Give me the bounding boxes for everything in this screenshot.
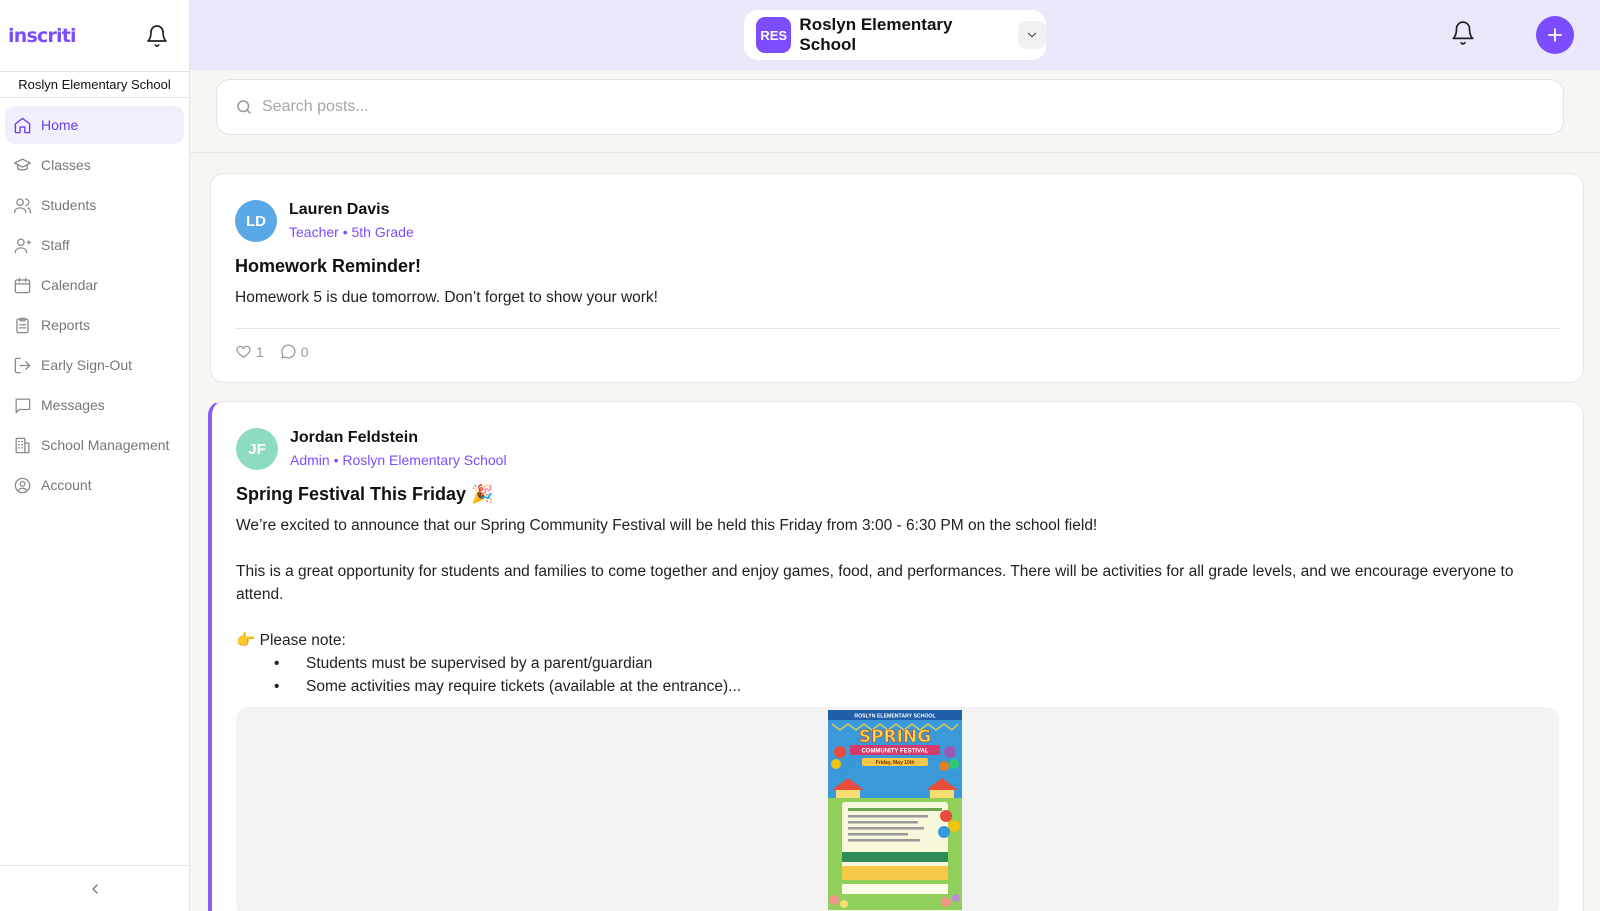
building-icon (15, 437, 30, 453)
search-box[interactable] (216, 79, 1564, 135)
top-bar: RES Roslyn Elementary School (190, 0, 1600, 70)
sidebar-item-label: Staff (41, 237, 70, 253)
post-header: LD Lauren Davis Teacher • 5th Grade (235, 200, 1559, 242)
sidebar-item-label: School Management (41, 437, 170, 453)
sidebar-item-label: Reports (41, 317, 91, 333)
author-info: Lauren Davis Teacher • 5th Grade (289, 200, 414, 242)
message-icon (15, 398, 31, 413)
comment-icon (281, 344, 296, 359)
collapse-sidebar-chevron-left-icon[interactable] (87, 881, 103, 897)
sidebar-item-early-sign-out[interactable]: Early Sign-Out (5, 346, 184, 384)
post-body: Homework 5 is due tomorrow. Don’t forget… (235, 289, 658, 306)
post-paragraph: We’re excited to announce that our Sprin… (236, 517, 1098, 534)
sidebar-item-messages[interactable]: Messages (5, 386, 184, 424)
like-button[interactable]: 1 (235, 343, 264, 360)
sidebar-item-label: Classes (41, 157, 91, 173)
create-post-plus-button[interactable] (1536, 16, 1574, 54)
sign-out-icon (14, 357, 31, 373)
sidebar-item-label: Students (41, 197, 97, 213)
clipboard-icon (16, 317, 29, 333)
sidebar-item-calendar[interactable]: Calendar (5, 266, 184, 304)
sidebar-nav: Home Classes Students Staff Calendar Rep… (0, 98, 189, 504)
sidebar-item-home[interactable]: Home (5, 106, 184, 144)
search-icon (237, 100, 251, 114)
avatar[interactable]: JF (236, 428, 278, 470)
avatar[interactable]: LD (235, 200, 277, 242)
poster-date: Friday, May 10th (876, 760, 915, 766)
notifications-bell-icon[interactable] (145, 24, 169, 48)
search-area (190, 70, 1600, 153)
like-count: 1 (256, 343, 264, 360)
author-role: Admin • Roslyn Elementary School (290, 452, 507, 468)
home-icon (14, 117, 31, 133)
sidebar-item-school-management[interactable]: School Management (5, 426, 184, 464)
sidebar-item-students[interactable]: Students (5, 186, 184, 224)
school-badge: RES (756, 17, 792, 53)
sidebar-item-classes[interactable]: Classes (5, 146, 184, 184)
header-bell-icon[interactable] (1450, 20, 1476, 46)
sidebar-item-label: Early Sign-Out (41, 357, 133, 373)
chevron-down-icon[interactable] (1018, 21, 1046, 49)
app-logo[interactable]: inscriti (8, 25, 76, 47)
users-icon (13, 198, 32, 213)
post-header: JF Jordan Feldstein Admin • Roslyn Eleme… (236, 428, 1559, 470)
author-role: Teacher • 5th Grade (289, 224, 414, 240)
sidebar-item-staff[interactable]: Staff (5, 226, 184, 264)
post-title: Spring Festival This Friday 🎉 (236, 484, 494, 504)
graduation-cap-icon (13, 158, 32, 170)
note-heading: 👉 Please note: (236, 632, 346, 649)
festival-poster-image[interactable]: ROSLYN ELEMENTARY SCHOOL SPRING COMMUNIT… (828, 710, 962, 910)
school-selector-name: Roslyn Elementary School (799, 15, 953, 54)
sidebar-item-label: Calendar (41, 277, 98, 293)
list-item: Students must be supervised by a parent/… (274, 652, 1559, 675)
plus-icon (1548, 28, 1562, 42)
sidebar-footer (0, 865, 190, 911)
sidebar-item-account[interactable]: Account (5, 466, 184, 504)
poster-headline: SPRING (859, 727, 931, 747)
poster-subhead: COMMUNITY FESTIVAL (861, 749, 928, 755)
sidebar-item-label: Account (41, 477, 92, 493)
staff-icon (14, 238, 32, 253)
sidebar-item-label: Home (41, 117, 79, 133)
divider (235, 328, 1559, 329)
author-name[interactable]: Jordan Feldstein (290, 428, 507, 448)
post-paragraph: This is a great opportunity for students… (236, 563, 1514, 603)
sidebar-item-label: Messages (41, 397, 105, 413)
school-selector[interactable]: RES Roslyn Elementary School (744, 10, 1046, 60)
comment-count: 0 (300, 343, 309, 360)
author-name[interactable]: Lauren Davis (289, 200, 414, 220)
post-image-container[interactable]: ROSLYN ELEMENTARY SCHOOL SPRING COMMUNIT… (236, 707, 1559, 911)
post-title: Homework Reminder! (235, 256, 422, 276)
sidebar-header: inscriti (0, 0, 189, 72)
sidebar: inscriti Roslyn Elementary School Home C… (0, 0, 190, 911)
sidebar-item-reports[interactable]: Reports (5, 306, 184, 344)
post-card-highlighted: JF Jordan Feldstein Admin • Roslyn Eleme… (208, 401, 1584, 911)
poster-school-text: ROSLYN ELEMENTARY SCHOOL (854, 714, 936, 720)
post-card: LD Lauren Davis Teacher • 5th Grade Home… (210, 173, 1584, 383)
post-body: We’re excited to announce that our Sprin… (236, 514, 1559, 698)
list-item: Some activities may require tickets (ava… (274, 675, 1559, 698)
comment-button[interactable]: 0 (280, 343, 309, 360)
search-input[interactable] (262, 98, 1462, 116)
account-icon (14, 477, 31, 493)
author-info: Jordan Feldstein Admin • Roslyn Elementa… (290, 428, 507, 470)
calendar-icon (14, 277, 31, 293)
sidebar-school-name: Roslyn Elementary School (0, 72, 189, 98)
note-list: Students must be supervised by a parent/… (274, 652, 1559, 698)
post-actions: 1 0 (235, 343, 1559, 360)
heart-icon (236, 345, 251, 358)
